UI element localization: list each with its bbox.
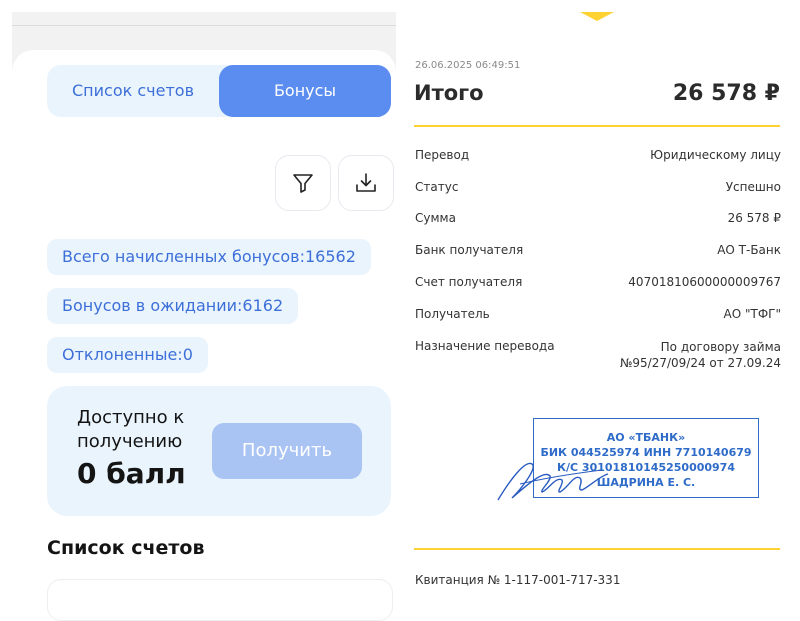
receipt-number: Квитанция № 1-117-001-717-331 xyxy=(415,573,621,587)
row-key: Банк получателя xyxy=(415,243,524,257)
available-label: Доступно к получению xyxy=(77,407,185,452)
accounts-section-title: Список счетов xyxy=(47,537,205,559)
row-value: Успешно xyxy=(725,180,781,194)
segmented-control: Список счетов Бонусы xyxy=(47,65,391,117)
row-value: Юридическому лицу xyxy=(650,148,781,162)
total-label: Итого xyxy=(414,81,484,105)
receipt-notch xyxy=(580,12,614,21)
divider-bottom xyxy=(414,548,780,550)
total-value: 26 578 ₽ xyxy=(672,81,780,106)
account-list-item[interactable] xyxy=(47,579,393,621)
available-value: 0 балл xyxy=(77,457,186,490)
row-value: АО "ТФГ" xyxy=(723,307,782,321)
row-key: Назначение перевода xyxy=(415,339,555,353)
tab-accounts-list[interactable]: Список счетов xyxy=(47,65,219,117)
content-card xyxy=(12,50,396,610)
claim-button[interactable]: Получить xyxy=(212,423,362,479)
receipt-datetime: 26.06.2025 06:49:51 xyxy=(415,60,521,71)
divider-top xyxy=(414,125,780,127)
row-value: По договору займа №95/27/09/24 от 27.09.… xyxy=(619,340,781,370)
receipt: 26.06.2025 06:49:51 Итого 26 578 ₽ Перев… xyxy=(400,0,800,600)
download-button[interactable] xyxy=(338,155,394,211)
available-bonuses-card: Доступно к получению 0 балл Получить xyxy=(47,386,391,516)
top-divider xyxy=(12,25,396,26)
row-key: Счет получателя xyxy=(415,275,523,289)
row-value: 40701810600000009767 xyxy=(628,275,781,289)
row-value: 26 578 ₽ xyxy=(727,211,781,225)
row-key: Перевод xyxy=(415,148,470,162)
bonuses-screen: Список счетов Бонусы Всего начисленных б… xyxy=(12,12,396,621)
download-icon xyxy=(356,173,376,192)
total-bonuses-badge: Всего начисленных бонусов:16562 xyxy=(47,239,371,275)
signature-icon xyxy=(497,462,609,501)
row-key: Получатель xyxy=(415,307,490,321)
row-key: Сумма xyxy=(415,211,456,225)
tab-bonuses[interactable]: Бонусы xyxy=(219,65,391,117)
filter-button[interactable] xyxy=(275,155,331,211)
pending-bonuses-badge: Бонусов в ожидании:6162 xyxy=(47,288,299,324)
row-key: Статус xyxy=(415,180,459,194)
filter-icon xyxy=(293,174,313,193)
row-value: АО Т-Банк xyxy=(717,243,781,257)
rejected-bonuses-badge: Отклоненные:0 xyxy=(47,337,208,373)
